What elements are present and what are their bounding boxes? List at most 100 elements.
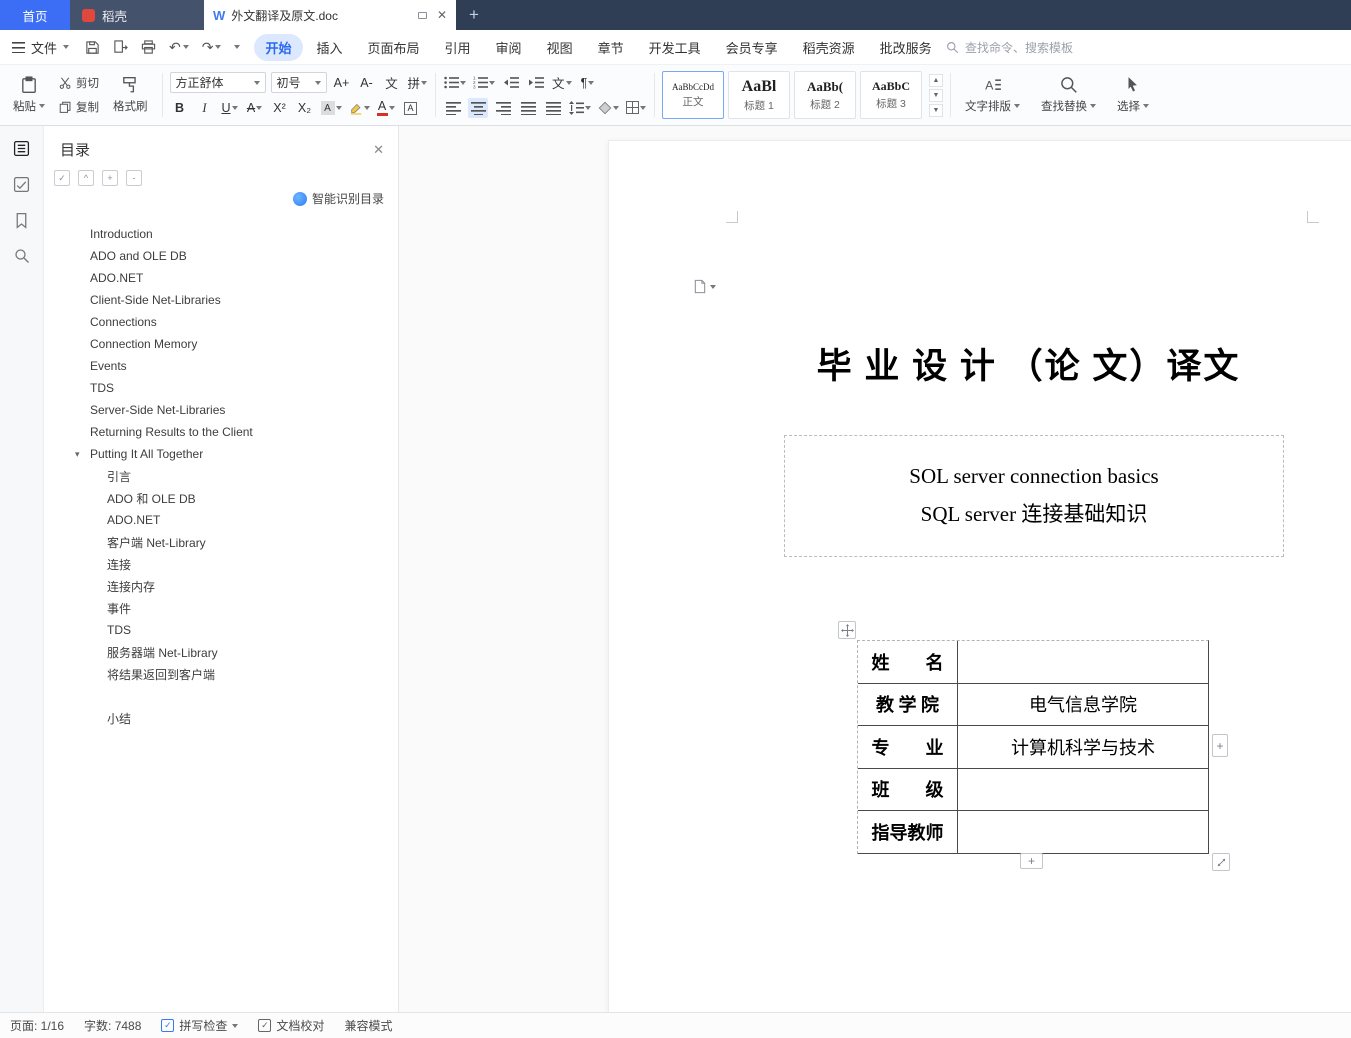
toc-item[interactable]: 连接 [44,553,398,575]
task-pane-icon[interactable] [13,176,30,193]
close-tab-icon[interactable]: ✕ [437,8,447,22]
toc-item[interactable]: Events [44,355,398,377]
ribbon-tab-9[interactable]: 会员专享 [715,34,789,61]
decrease-indent-button[interactable] [501,73,521,93]
superscript-button[interactable]: X² [270,98,290,118]
quick-access-more-icon[interactable] [234,45,241,49]
compat-mode-indicator[interactable]: 兼容模式 [344,1017,392,1034]
toc-item[interactable]: Connection Memory [44,333,398,355]
subscript-button[interactable]: X₂ [295,98,315,118]
show-marks-button[interactable]: ¶ [578,73,598,93]
gallery-up-icon[interactable]: ▲ [929,73,944,87]
numbered-list-button[interactable]: 123 [472,73,496,93]
output-icon[interactable] [113,39,128,55]
style-item-1[interactable]: AaBbCcDd 正文 [662,71,725,119]
highlight-button[interactable] [348,98,371,118]
text-layout-button[interactable]: A 文字排版 [958,68,1027,122]
copy-button[interactable]: 复制 [59,99,99,115]
new-tab-button[interactable]: + [456,0,492,30]
table-add-column-button[interactable]: + [1212,734,1228,757]
ribbon-tab-1[interactable]: 开始 [254,33,303,61]
toc-item[interactable]: Server-Side Net-Libraries [44,399,398,421]
table-label-cell[interactable]: 班 级 [858,768,958,810]
align-left-button[interactable] [443,98,463,118]
toc-item[interactable]: 小结 [44,707,398,729]
gallery-more-icon[interactable]: ▼ [929,103,944,117]
file-menu-button[interactable]: 文件 [12,38,70,57]
clear-format-button[interactable]: 文 [382,73,402,93]
underline-button[interactable]: U [220,98,240,118]
toc-item[interactable]: ▾ Putting It All Together [44,443,398,465]
toc-control-4[interactable]: - [126,170,142,186]
ribbon-tab-7[interactable]: 章节 [587,34,635,61]
ribbon-tab-2[interactable]: 插入 [306,34,354,61]
ribbon-tab-11[interactable]: 批改服务 [869,34,943,61]
font-color-button[interactable]: A [376,98,396,118]
toc-item[interactable]: 客户端 Net-Library [44,531,398,553]
ribbon-tab-5[interactable]: 审阅 [485,34,533,61]
select-button[interactable]: 选择 [1110,68,1156,122]
line-spacing-button[interactable] [568,98,592,118]
toc-item[interactable]: 引言 [44,465,398,487]
align-right-button[interactable] [493,98,513,118]
distribute-button[interactable] [543,98,563,118]
table-row[interactable]: 指导教师 [858,811,1208,854]
table-add-row-button[interactable]: + [1020,853,1043,869]
paste-button[interactable]: 粘贴 [6,68,52,122]
document-page[interactable]: 毕 业 设 计 （论 文）译文 SOL server connection ba… [608,140,1351,1012]
toc-item[interactable]: Introduction [44,223,398,245]
toc-control-2[interactable]: ^ [78,170,94,186]
toc-item[interactable]: ADO.NET [44,267,398,289]
table-label-cell[interactable]: 姓 名 [858,641,958,683]
shading-button[interactable] [597,98,620,118]
toc-item[interactable]: ADO and OLE DB [44,245,398,267]
search-pane-icon[interactable] [14,248,30,264]
table-row[interactable]: 教 学 院电气信息学院 [858,683,1208,726]
document-tab[interactable]: W 外文翻译及原文.doc ✕ [204,0,456,30]
char-border-button[interactable]: A [401,98,421,118]
ribbon-tab-3[interactable]: 页面布局 [357,34,431,61]
ribbon-tab-4[interactable]: 引用 [434,34,482,61]
table-label-cell[interactable]: 指导教师 [858,811,958,853]
info-table[interactable]: 姓 名教 学 院电气信息学院专 业计算机科学与技术班 级指导教师 [857,640,1209,854]
toc-item[interactable]: Returning Results to the Client [44,421,398,443]
cut-button[interactable]: 剪切 [59,75,99,91]
toc-item[interactable]: 事件 [44,597,398,619]
toc-item[interactable]: TDS [44,619,398,641]
justify-button[interactable] [518,98,538,118]
strikethrough-button[interactable]: A [245,98,265,118]
spellcheck-toggle[interactable]: ✓ 拼写检查 [161,1017,239,1034]
toc-item[interactable]: 服务器端 Net-Library [44,641,398,663]
borders-button[interactable] [625,98,647,118]
toc-item[interactable]: ADO.NET [44,509,398,531]
format-painter-button[interactable]: 格式刷 [106,68,155,122]
ribbon-tab-10[interactable]: 稻壳资源 [792,34,866,61]
bold-button[interactable]: B [170,98,190,118]
table-label-cell[interactable]: 教 学 院 [858,683,958,725]
table-value-cell[interactable]: 计算机科学与技术 [958,726,1208,768]
find-replace-button[interactable]: 查找替换 [1034,68,1103,122]
asian-layout-button[interactable]: 文 [551,73,573,93]
table-value-cell[interactable] [958,769,1208,811]
smart-toc-button[interactable]: 智能识别目录 [292,190,398,207]
toc-item[interactable]: 连接内存 [44,575,398,597]
page-quick-settings[interactable] [693,279,716,294]
home-tab[interactable]: 首页 [0,0,70,30]
pin-icon[interactable] [417,11,427,19]
toc-item[interactable]: ADO 和 OLE DB [44,487,398,509]
toc-item[interactable]: 将结果返回到客户端 [44,663,398,685]
toc-item[interactable]: Connections [44,311,398,333]
table-move-handle[interactable] [838,621,856,639]
table-row[interactable]: 班 级 [858,768,1208,811]
close-toc-pane-icon[interactable]: ✕ [373,142,384,158]
align-center-button[interactable] [468,97,489,118]
ribbon-tab-6[interactable]: 视图 [536,34,584,61]
document-canvas[interactable]: 毕 业 设 计 （论 文）译文 SOL server connection ba… [399,126,1351,1012]
print-icon[interactable] [141,39,156,55]
translation-title-box[interactable]: SOL server connection basics SQL server … [784,435,1284,557]
style-item-3[interactable]: AaBb(标题 2 [794,71,857,119]
table-value-cell[interactable] [958,811,1208,853]
table-row[interactable]: 姓 名 [858,641,1208,684]
word-count[interactable]: 字数: 7488 [84,1017,141,1034]
increase-indent-button[interactable] [526,73,546,93]
